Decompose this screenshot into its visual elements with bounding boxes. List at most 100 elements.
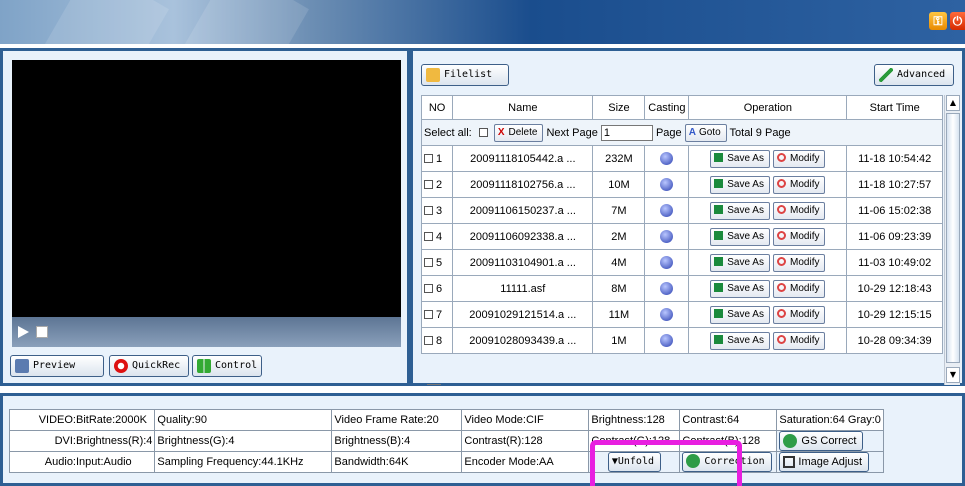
save-as-button[interactable]: Save As: [710, 227, 770, 246]
casting-icon[interactable]: [660, 282, 674, 295]
control-button[interactable]: Control: [192, 355, 262, 377]
scroll-thumb[interactable]: [946, 113, 960, 363]
row-checkbox[interactable]: [424, 284, 433, 294]
save-as-button[interactable]: Save As: [710, 279, 770, 298]
casting-icon[interactable]: [660, 334, 674, 347]
row-checkbox[interactable]: [424, 336, 433, 346]
audio-label: Audio:: [44, 456, 76, 468]
save-as-button[interactable]: Save As: [710, 331, 770, 350]
play-icon[interactable]: [18, 326, 29, 338]
casting-icon[interactable]: [660, 230, 674, 243]
file-list-scrollbar[interactable]: ▲ ▼: [944, 95, 960, 385]
select-all-checkbox[interactable]: [478, 128, 488, 137]
refresh-icon: [783, 434, 798, 449]
video-mode: Video Mode:CIF: [461, 409, 590, 431]
title-bar: ⚿ ⏻: [0, 0, 965, 44]
contrast-r: Contrast(R):128: [461, 430, 590, 452]
bitrate: BitRate:2000K: [76, 414, 147, 426]
start-time: 11-06 09:23:39: [846, 223, 943, 250]
page-input[interactable]: 1: [600, 124, 653, 141]
brightness-b: Brightness(B):4: [331, 430, 463, 452]
start-time: 11-06 15:02:38: [846, 197, 943, 224]
modify-button[interactable]: Modify: [773, 149, 826, 168]
column-size: Size: [592, 95, 646, 120]
goto-button[interactable]: A Goto: [684, 123, 727, 142]
row-checkbox[interactable]: [424, 154, 433, 164]
scroll-down-icon[interactable]: ▼: [946, 367, 960, 383]
file-name: 20091106150237.a ...: [452, 197, 594, 224]
file-size: 10M: [592, 171, 646, 198]
image-adjust-button[interactable]: Image Adjust: [779, 452, 870, 472]
file-name: 20091029121514.a ...: [452, 301, 594, 328]
quality: Quality:90: [154, 409, 333, 431]
save-as-button[interactable]: Save As: [710, 305, 770, 324]
preview-button[interactable]: Preview: [10, 355, 104, 377]
row-checkbox[interactable]: [424, 232, 433, 242]
modify-button[interactable]: Modify: [773, 331, 826, 350]
table-row: 7 20091029121514.a ... 11M Save As Modify 10…: [420, 301, 943, 328]
file-name: 20091118105442.a ...: [452, 145, 594, 172]
save-as-button[interactable]: Save As: [710, 175, 770, 194]
page-label: Page: [655, 126, 682, 139]
save-as-button[interactable]: Save As: [710, 201, 770, 220]
start-time: 10-29 12:15:15: [846, 301, 943, 328]
save-as-button[interactable]: Save As: [710, 253, 770, 272]
save-icon: [714, 153, 724, 163]
total-pages: Total 9 Page: [729, 126, 791, 139]
casting-icon[interactable]: [660, 152, 674, 165]
row-checkbox[interactable]: [424, 180, 433, 190]
file-size: 1M: [592, 327, 646, 354]
file-size: 2M: [592, 223, 646, 250]
key-icon[interactable]: ⚿: [929, 12, 947, 30]
save-icon: [714, 205, 724, 215]
modify-icon: [777, 283, 787, 293]
select-all-label: Select all:: [424, 126, 472, 139]
advanced-button[interactable]: Advanced: [874, 64, 954, 86]
delete-button[interactable]: X Delete: [493, 123, 544, 142]
brightness: Brightness:128: [588, 409, 681, 431]
row-checkbox[interactable]: [424, 258, 433, 268]
folder-icon: [426, 68, 440, 82]
bandwidth: Bandwidth:64K: [331, 451, 463, 473]
modify-icon: [777, 205, 787, 215]
frame-rate: Video Frame Rate:20: [331, 409, 463, 431]
table-row: 5 20091103104901.a ... 4M Save As Modify 11-…: [420, 249, 943, 276]
row-checkbox[interactable]: [424, 206, 433, 216]
video-label: VIDEO:: [38, 414, 76, 426]
control-icon: [197, 359, 211, 373]
modify-button[interactable]: Modify: [773, 279, 826, 298]
table-row: 4 20091106092338.a ... 2M Save As Modify 11-…: [420, 223, 943, 250]
dvi-label: DVI:: [54, 435, 76, 447]
table-row: 6 11111.asf 8M Save As Modify 10-29 12:18:43: [420, 275, 943, 302]
quickrec-button[interactable]: QuickRec: [109, 355, 189, 377]
modify-icon: [777, 257, 787, 267]
save-icon: [714, 283, 724, 293]
casting-icon[interactable]: [660, 204, 674, 217]
row-number: 5: [436, 256, 443, 269]
table-row: 1 20091118105442.a ... 232M Save As Modify 1…: [420, 145, 943, 172]
modify-button[interactable]: Modify: [773, 227, 826, 246]
modify-button[interactable]: Modify: [773, 305, 826, 324]
casting-icon[interactable]: [660, 256, 674, 269]
pencil-icon: [879, 68, 893, 82]
modify-button[interactable]: Modify: [773, 253, 826, 272]
modify-icon: [777, 179, 787, 189]
power-icon[interactable]: ⏻: [950, 12, 965, 30]
stop-icon[interactable]: [36, 326, 48, 338]
casting-icon[interactable]: [660, 178, 674, 191]
dvi-row: DVI: Brightness(R):4 Brightness(G):4 Brig…: [8, 430, 884, 452]
filelist-button[interactable]: Filelist: [421, 64, 509, 86]
row-number: 7: [436, 308, 443, 321]
file-panel: Filelist Advanced NO Name Size Casting O…: [410, 48, 965, 386]
modify-button[interactable]: Modify: [773, 175, 826, 194]
scroll-up-icon[interactable]: ▲: [946, 95, 960, 111]
goto-icon: A: [688, 126, 696, 138]
save-icon: [714, 257, 724, 267]
column-no: NO: [420, 95, 454, 120]
gs-correct-button[interactable]: GS Correct: [779, 431, 864, 451]
row-checkbox[interactable]: [424, 310, 433, 320]
save-as-button[interactable]: Save As: [710, 149, 770, 168]
modify-button[interactable]: Modify: [773, 201, 826, 220]
casting-icon[interactable]: [660, 308, 674, 321]
table-row: 8 20091028093439.a ... 1M Save As Modify 10-…: [420, 327, 943, 354]
